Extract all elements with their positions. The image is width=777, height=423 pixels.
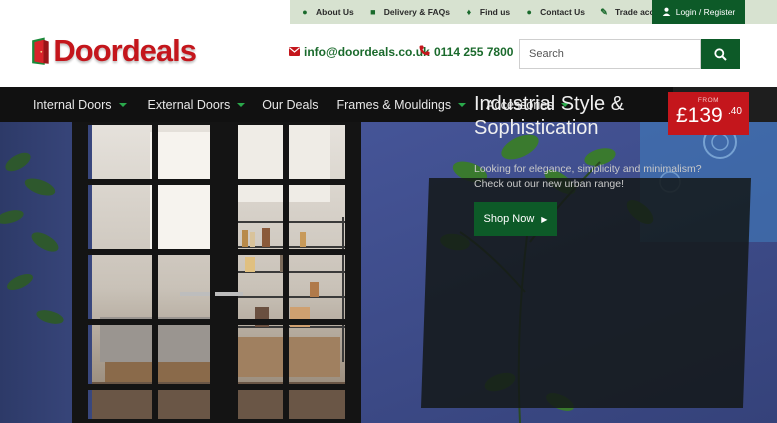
price-from-label: FROM: [697, 97, 720, 104]
nav-item-internal-doors[interactable]: Internal Doors: [33, 98, 127, 112]
email-link[interactable]: info@doordeals.co.uk: [289, 45, 430, 59]
about-us-link[interactable]: ● About Us: [300, 7, 354, 17]
phone-icon: [419, 45, 430, 59]
about-us-label: About Us: [316, 7, 354, 17]
login-register-button[interactable]: Login / Register: [652, 0, 745, 24]
login-register-label: Login / Register: [675, 7, 736, 17]
chat-bubble-icon: ●: [526, 7, 532, 17]
contact-us-label: Contact Us: [540, 7, 586, 17]
logo-text: Doordeals: [53, 33, 197, 68]
site-logo[interactable]: Doordeals: [31, 24, 197, 78]
info-circle-icon: ●: [302, 7, 308, 17]
map-marker-icon: ♦: [466, 7, 472, 17]
price-badge: FROM £139 .40: [668, 92, 749, 135]
phone-text: 0114 255 7800: [434, 45, 514, 59]
hero-caption-panel: [420, 178, 752, 408]
shop-now-button[interactable]: Shop Now ▶: [474, 202, 557, 236]
wrench-icon: ✎: [600, 6, 608, 17]
hero-title: Industrial Style & Sophistication: [474, 93, 625, 139]
search-button[interactable]: [701, 39, 740, 69]
nav-item-external-doors[interactable]: External Doors: [148, 98, 246, 112]
door-logo-icon: [32, 37, 49, 65]
contact-us-link[interactable]: ● Contact Us: [524, 7, 585, 17]
nav-item-label: Frames & Mouldings: [336, 97, 452, 112]
search-icon: [714, 47, 727, 61]
caret-down-icon: [237, 102, 246, 107]
nav-item-label: Internal Doors: [33, 97, 112, 112]
price-pence: .40: [728, 106, 742, 117]
envelope-icon: [289, 45, 300, 59]
caret-down-icon: [118, 102, 127, 107]
user-icon: [662, 7, 671, 18]
chevron-right-icon: ▶: [541, 214, 548, 224]
truck-icon: ■: [370, 7, 376, 17]
find-us-link[interactable]: ♦ Find us: [464, 7, 511, 17]
delivery-faqs-link[interactable]: ■ Delivery & FAQs: [368, 7, 450, 17]
find-us-label: Find us: [479, 7, 511, 17]
nav-item-label: External Doors: [147, 97, 231, 112]
search-input[interactable]: [519, 39, 701, 69]
nav-item-our-deals[interactable]: Our Deals: [262, 98, 318, 112]
price-main: £139: [676, 104, 723, 127]
shop-now-label: Shop Now: [483, 213, 535, 225]
nav-item-label: Our Deals: [262, 97, 319, 112]
delivery-faqs-label: Delivery & FAQs: [383, 7, 450, 17]
email-text: info@doordeals.co.uk: [304, 45, 430, 59]
caret-down-icon: [458, 102, 467, 107]
nav-item-frames-mouldings[interactable]: Frames & Mouldings: [336, 97, 467, 112]
hero-description: Looking for elegance, simplicity and min…: [474, 163, 702, 190]
phone-link[interactable]: 0114 255 7800: [419, 45, 513, 59]
